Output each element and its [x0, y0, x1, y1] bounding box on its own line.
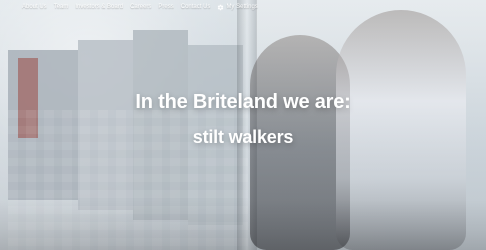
hero-headline: In the Briteland we are: stilt walkers [0, 90, 486, 148]
nav-careers[interactable]: Careers [130, 3, 151, 11]
hero: About Us Team Investors & Board Careers … [0, 0, 486, 250]
hero-title-line-2: stilt walkers [192, 127, 294, 147]
floor-shadow [0, 200, 486, 250]
nav-contact-us[interactable]: Contact Us [181, 3, 211, 11]
nav-about-us[interactable]: About Us [22, 3, 47, 11]
nav-team[interactable]: Team [54, 3, 69, 11]
top-navigation: About Us Team Investors & Board Careers … [22, 3, 258, 11]
my-settings-label: My Settings [226, 4, 258, 10]
nav-my-settings[interactable]: My Settings [217, 3, 258, 11]
hero-title-line-1: In the Briteland we are: [135, 91, 351, 113]
gear-icon [218, 4, 224, 10]
nav-investors-board[interactable]: Investors & Board [75, 3, 123, 11]
nav-press[interactable]: Press [158, 3, 173, 11]
